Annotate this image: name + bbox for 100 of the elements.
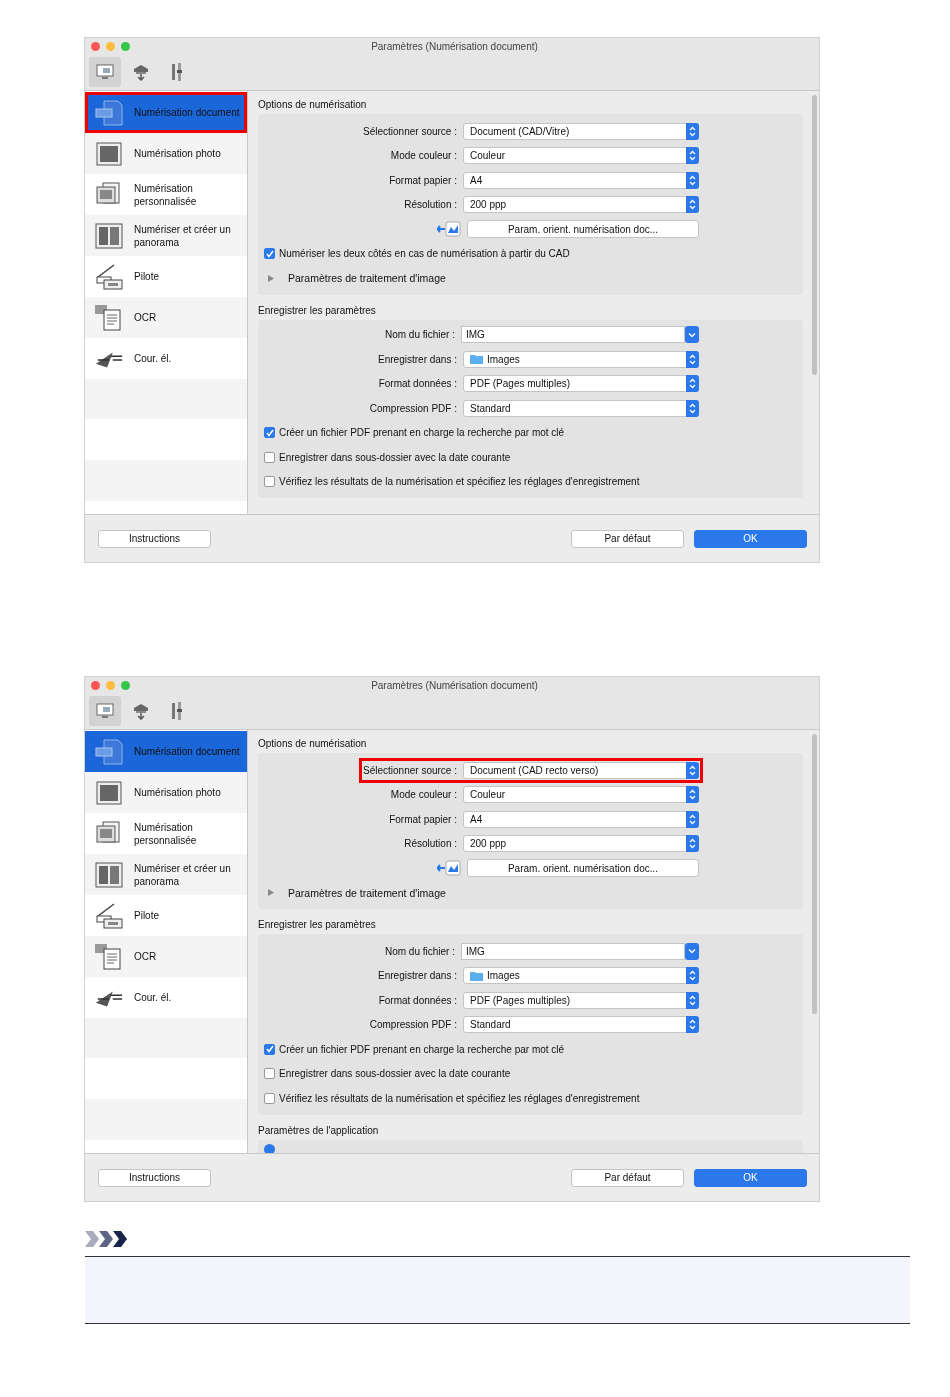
sidebar-item[interactable]: Numérisation document (85, 92, 247, 133)
field-label: Résolution : (404, 199, 457, 211)
checkbox[interactable] (264, 427, 275, 439)
tools-icon (170, 701, 184, 721)
dropdown[interactable]: Document (CAD/Vitre) (463, 122, 699, 140)
scanner-icon (132, 702, 150, 720)
stepper-icon (686, 835, 699, 853)
window-title: Paramètres (Numérisation document) (370, 679, 539, 691)
disclosure-label[interactable]: Paramètres de traitement d'image (288, 272, 446, 285)
primary-button[interactable]: OK (694, 1168, 807, 1187)
dropdown[interactable]: A4 (463, 810, 699, 828)
tools-icon (170, 62, 184, 82)
chevron-down-icon (688, 948, 696, 955)
orientation-settings-button[interactable]: Param. orient. numérisation doc... (467, 859, 699, 878)
toolbar-tab[interactable] (89, 696, 121, 726)
dropdown[interactable]: PDF (Pages multiples) (463, 991, 699, 1009)
dropdown[interactable]: Images (463, 967, 699, 985)
dropdown[interactable]: Couleur (463, 147, 699, 165)
checkbox[interactable] (264, 1068, 275, 1080)
monitor-icon (96, 63, 114, 81)
footer-button[interactable]: Instructions (98, 529, 211, 548)
field-label: Format papier : (389, 813, 457, 825)
scrollbar[interactable] (811, 734, 817, 1014)
orientation-icon[interactable] (437, 221, 461, 238)
scanner-icon (94, 262, 124, 291)
footer-button[interactable]: Instructions (98, 1168, 211, 1187)
checkbox[interactable] (264, 1043, 275, 1055)
field-label: Format données : (378, 994, 457, 1006)
dropdown[interactable]: Standard (463, 1016, 699, 1034)
dropdown[interactable]: Standard (463, 399, 699, 417)
disclosure-triangle-icon[interactable] (268, 889, 274, 897)
scanner-icon (94, 901, 124, 930)
chevron-down-icon (688, 331, 696, 338)
section-heading: Options de numérisation (258, 738, 368, 751)
checkbox-label: Créer un fichier PDF prenant en charge la recherche par mot clé (279, 427, 565, 439)
stepper-icon (686, 786, 699, 804)
stepper-icon (686, 122, 699, 140)
field-label: Format papier : (389, 174, 457, 186)
section-heading: Options de numérisation (258, 99, 368, 112)
stepper-icon (686, 1016, 699, 1034)
dropdown[interactable]: PDF (Pages multiples) (463, 375, 699, 393)
field-label: Compression PDF : (369, 1019, 457, 1031)
radio-button[interactable] (264, 1143, 275, 1153)
footer-button[interactable]: Par défaut (571, 1168, 684, 1187)
field-label: Mode couleur : (390, 789, 457, 801)
field-label: Nom du fichier : (384, 329, 455, 341)
document-icon (94, 737, 124, 766)
stepper-icon (686, 991, 699, 1009)
scanner-icon (132, 63, 150, 81)
window-title: Paramètres (Numérisation document) (370, 40, 539, 52)
checkbox-label: Enregistrer dans sous-dossier avec la date courante (279, 1068, 511, 1080)
dropdown[interactable]: Document (CAD recto verso) (463, 761, 699, 779)
field-label: Sélectionner source : (363, 125, 457, 137)
field-label: Enregistrer dans : (378, 353, 457, 365)
input-field[interactable]: IMG (461, 942, 685, 960)
dropdown[interactable]: 200 ppp (463, 835, 699, 853)
checkbox[interactable] (264, 248, 275, 260)
primary-button[interactable]: OK (694, 529, 807, 548)
field-label: Sélectionner source : (363, 764, 457, 776)
field-label: Mode couleur : (390, 150, 457, 162)
scrollbar[interactable] (811, 95, 817, 375)
dropdown[interactable]: Couleur (463, 786, 699, 804)
stepper-icon (686, 171, 699, 189)
field-label: Résolution : (404, 838, 457, 850)
checkbox-label: Vérifiez les résultats de la numérisation et spécifiez les réglages d'enregistrement (279, 476, 640, 488)
ocr-document-icon (94, 303, 124, 332)
photo-icon (96, 141, 122, 166)
checkbox-label: Numériser les deux côtés en cas de numérisation à partir du CAD (279, 248, 570, 260)
stepper-icon (686, 147, 699, 165)
orientation-icon[interactable] (437, 860, 461, 877)
dropdown[interactable]: 200 ppp (463, 196, 699, 214)
checkbox-label: Enregistrer dans sous-dossier avec la date courante (279, 451, 511, 463)
field-label: Format données : (378, 378, 457, 390)
stepper-icon (686, 761, 699, 779)
footer-button[interactable]: Par défaut (571, 529, 684, 548)
dropdown-button[interactable] (685, 326, 699, 344)
checkbox[interactable] (264, 1092, 275, 1104)
dropdown[interactable]: A4 (463, 171, 699, 189)
toolbar-tab[interactable] (89, 57, 121, 87)
folder-icon (470, 970, 483, 981)
dropdown[interactable]: Images (463, 350, 699, 368)
orientation-settings-button[interactable]: Param. orient. numérisation doc... (467, 220, 699, 239)
dropdown-button[interactable] (685, 942, 699, 960)
stepper-icon (686, 350, 699, 368)
panorama-icon (95, 222, 123, 249)
disclosure-label[interactable]: Paramètres de traitement d'image (288, 886, 446, 899)
stepper-icon (686, 375, 699, 393)
stepper-icon (686, 196, 699, 214)
section-heading: Enregistrer les paramètres (258, 919, 377, 932)
checkbox[interactable] (264, 451, 275, 463)
sidebar-item[interactable]: Numérisation document (85, 731, 247, 772)
folder-icon (470, 354, 483, 365)
stepper-icon (686, 967, 699, 985)
field-label: Enregistrer dans : (378, 970, 457, 982)
stepper-icon (686, 399, 699, 417)
input-field[interactable]: IMG (461, 326, 685, 344)
field-label: Compression PDF : (369, 402, 457, 414)
monitor-icon (96, 702, 114, 720)
disclosure-triangle-icon[interactable] (268, 274, 274, 282)
checkbox[interactable] (264, 476, 275, 488)
